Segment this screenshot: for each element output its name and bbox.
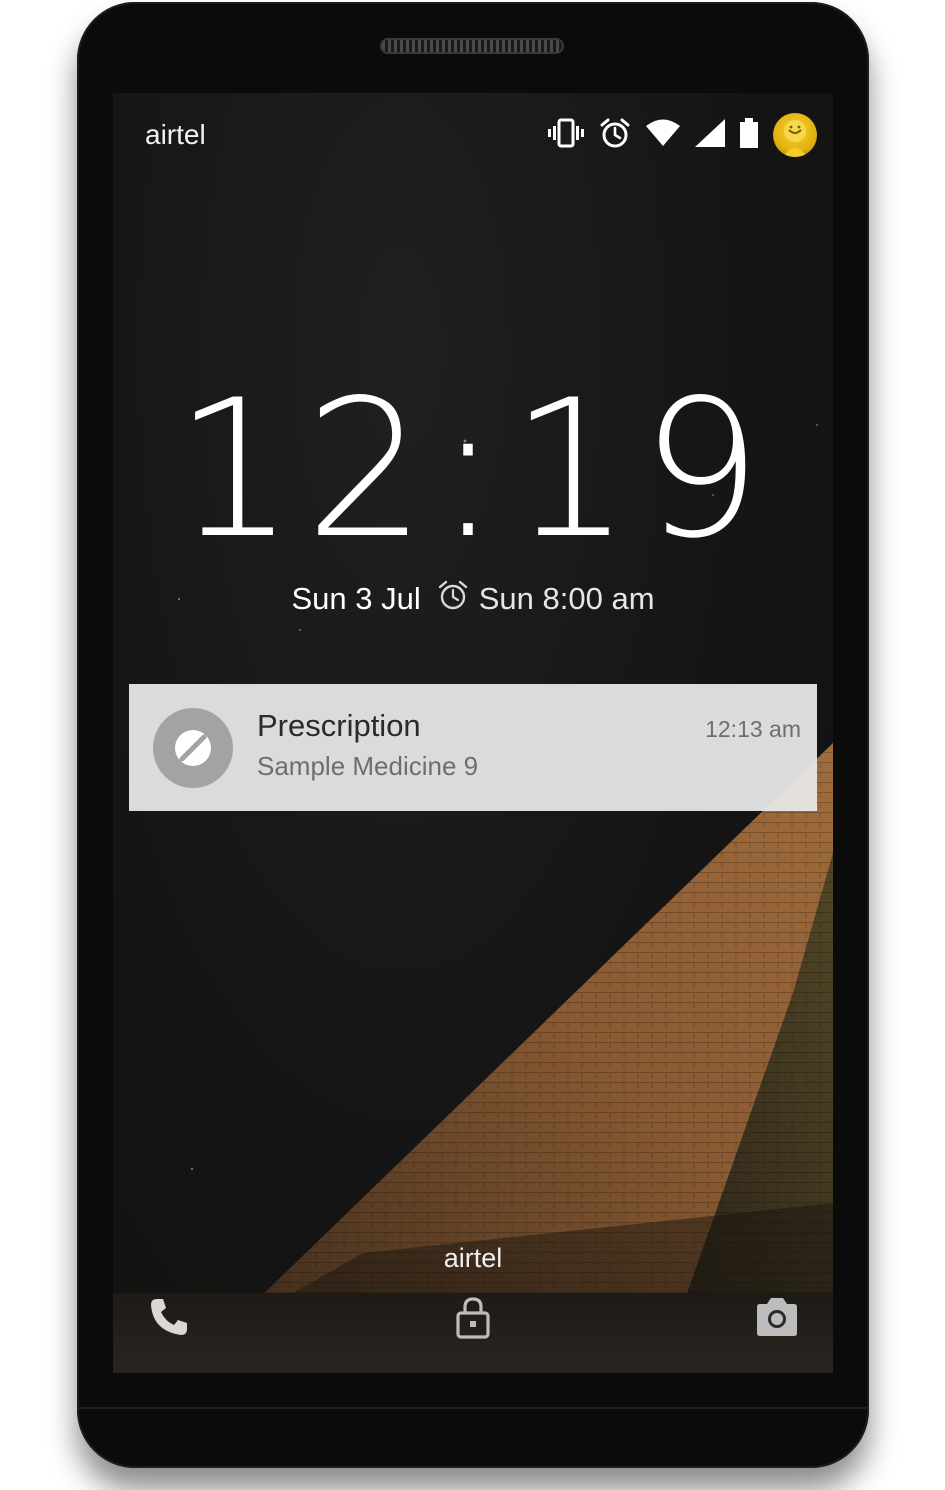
bottom-carrier-name: airtel bbox=[443, 1243, 503, 1273]
notification-app-icon bbox=[153, 708, 233, 788]
speaker-grille bbox=[380, 38, 564, 54]
lockscreen-clock: 12:19 bbox=[113, 359, 833, 592]
phone-shortcut-button[interactable] bbox=[145, 1293, 193, 1341]
notification-time: 12:13 am bbox=[705, 716, 801, 742]
carrier-name: airtel bbox=[145, 119, 206, 150]
camera-icon bbox=[757, 1298, 797, 1336]
camera-shortcut-button[interactable] bbox=[753, 1293, 801, 1341]
lock-icon bbox=[456, 1297, 490, 1339]
clock-time: 12:19 bbox=[174, 375, 772, 565]
alarm-icon bbox=[599, 117, 631, 154]
date-alarm-row: Sun 3 Jul Sun 8:00 am bbox=[113, 579, 833, 619]
status-bar: airtel bbox=[113, 93, 833, 177]
no-entry-icon bbox=[175, 730, 211, 766]
notification-title: Prescription bbox=[257, 708, 421, 743]
signal-icon bbox=[695, 118, 725, 152]
unlock-button[interactable] bbox=[449, 1293, 497, 1341]
clock-digits: 12:19 bbox=[174, 359, 772, 580]
notification-card[interactable]: Prescription Sample Medicine 9 12:13 am bbox=[129, 684, 817, 811]
user-avatar[interactable] bbox=[773, 113, 817, 157]
battery-icon bbox=[739, 117, 759, 153]
lock-screen: airtel 12:19 Sun 3 Jul Sun 8:00 am Presc… bbox=[113, 93, 833, 1373]
lockscreen-date: Sun 3 Jul bbox=[291, 581, 421, 616]
phone-icon bbox=[151, 1299, 187, 1335]
next-alarm-time: Sun 8:00 am bbox=[478, 581, 655, 616]
status-icons bbox=[533, 111, 817, 159]
notification-text: Sample Medicine 9 bbox=[257, 751, 479, 781]
wifi-icon bbox=[645, 119, 681, 152]
vibrate-icon bbox=[547, 118, 585, 153]
alarm-clock-icon bbox=[437, 579, 469, 619]
phone-chin-divider bbox=[77, 1407, 869, 1409]
